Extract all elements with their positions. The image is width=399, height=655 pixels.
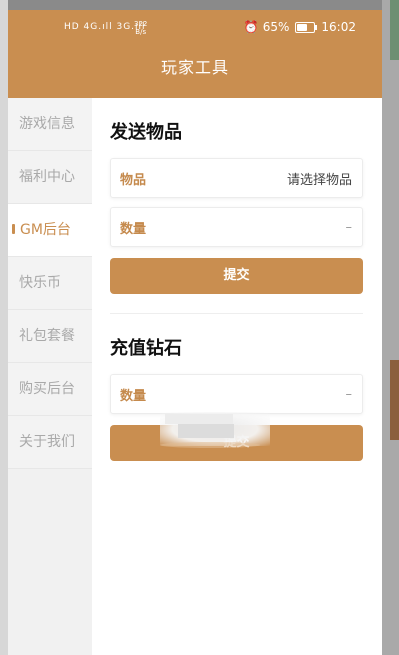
alarm-icon: ⏰ (243, 20, 259, 34)
item-placeholder: 请选择物品 (286, 172, 352, 188)
sidebar-item-coins[interactable]: 快乐币 (8, 257, 92, 310)
sidebar-item-gift-packs[interactable]: 礼包套餐 (8, 310, 92, 363)
sidebar-item-game-info[interactable]: 游戏信息 (8, 98, 92, 151)
background-right (382, 0, 399, 655)
send-submit-button[interactable]: 提交 (110, 258, 363, 294)
net-speed-unit: B/s (135, 28, 147, 36)
background-green-strip (390, 0, 399, 60)
sidebar-item-label: 游戏信息 (19, 116, 75, 132)
sidebar: 游戏信息 福利中心 GM后台 快乐币 礼包套餐 购买后台 关于我们 (8, 98, 92, 655)
send-item-title: 发送物品 (110, 122, 182, 143)
quantity-label: 数量 (120, 221, 147, 237)
net-speed: 322 B/s (134, 20, 147, 36)
recharge-quantity-field[interactable]: 数量 – (110, 374, 363, 414)
sidebar-item-label: 快乐币 (19, 275, 61, 291)
recharge-title: 充值钻石 (110, 338, 182, 359)
quantity-label: 数量 (120, 388, 147, 404)
sidebar-item-gm[interactable]: GM后台 (8, 204, 92, 257)
quantity-value: – (345, 386, 353, 402)
battery-icon (295, 21, 318, 33)
section-divider (110, 313, 363, 314)
status-bar: HD 4G.ıll 3G.ıll 322 B/s ⏰ 65% 16:02 (8, 10, 382, 44)
sidebar-item-label: 礼包套餐 (19, 328, 75, 344)
status-time: 16:02 (321, 20, 356, 34)
background-brown-strip (390, 360, 399, 440)
status-right: ⏰ 65% 16:02 (244, 20, 356, 34)
blurred-overlay (160, 412, 270, 448)
page-title: 玩家工具 (8, 44, 382, 98)
item-select[interactable]: 物品 请选择物品 (110, 158, 363, 198)
battery-percent: 65% (262, 20, 290, 34)
phone-screen: HD 4G.ıll 3G.ıll 322 B/s ⏰ 65% 16:02 玩家工… (8, 10, 382, 655)
sidebar-item-welfare[interactable]: 福利中心 (8, 151, 92, 204)
background-left (0, 0, 8, 655)
sidebar-item-label: 福利中心 (19, 169, 75, 185)
active-marker (12, 224, 15, 234)
sidebar-item-label: 购买后台 (19, 381, 75, 397)
sidebar-item-label: 关于我们 (19, 434, 75, 450)
sidebar-item-about[interactable]: 关于我们 (8, 416, 92, 469)
sidebar-item-label: GM后台 (20, 222, 71, 238)
send-quantity-field[interactable]: 数量 – (110, 207, 363, 247)
quantity-value: – (345, 219, 353, 235)
net-speed-value: 322 (134, 20, 148, 28)
sidebar-item-purchase[interactable]: 购买后台 (8, 363, 92, 416)
item-label: 物品 (120, 172, 147, 188)
main-content: 发送物品 物品 请选择物品 数量 – 提交 充值钻石 数量 – 提交 (110, 98, 363, 461)
